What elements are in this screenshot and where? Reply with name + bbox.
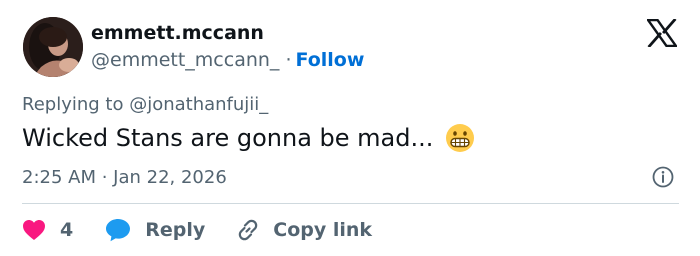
author-handle[interactable]: @emmett_mccann_ <box>91 49 279 71</box>
reply-button[interactable]: Reply <box>105 218 205 242</box>
tweet-card: emmett.mccann @emmett_mccann_ · Follow Rep… <box>0 0 700 256</box>
follow-button[interactable]: Follow <box>295 49 364 71</box>
tweet-text: Wicked Stans are gonna be mad... <box>22 123 475 153</box>
action-bar: 4 Reply Copy link <box>22 214 372 246</box>
tweet-text-content: Wicked Stans are gonna be mad... <box>22 124 434 152</box>
like-count: 4 <box>60 219 74 241</box>
link-icon <box>239 219 258 241</box>
copy-link-label: Copy link <box>273 219 373 241</box>
info-icon[interactable] <box>652 166 674 188</box>
avatar[interactable] <box>23 17 83 77</box>
author-name[interactable]: emmett.mccann <box>91 22 264 44</box>
separator-dot: · <box>285 49 292 71</box>
speech-bubble-icon <box>106 219 131 242</box>
divider <box>22 203 679 204</box>
reply-label: Reply <box>145 219 206 241</box>
replying-to[interactable]: Replying to @jonathanfujii_ <box>22 94 268 115</box>
profile-photo <box>23 17 83 77</box>
author-handle-line: @emmett_mccann_ · Follow <box>91 49 364 71</box>
like-button[interactable]: 4 <box>22 219 73 241</box>
heart-icon <box>23 220 45 240</box>
grimacing-face-emoji-icon <box>446 124 475 152</box>
x-logo-icon[interactable] <box>647 19 677 47</box>
copy-link-button[interactable]: Copy link <box>235 217 372 243</box>
tweet-timestamp[interactable]: 2:25 AM · Jan 22, 2026 <box>22 167 227 188</box>
